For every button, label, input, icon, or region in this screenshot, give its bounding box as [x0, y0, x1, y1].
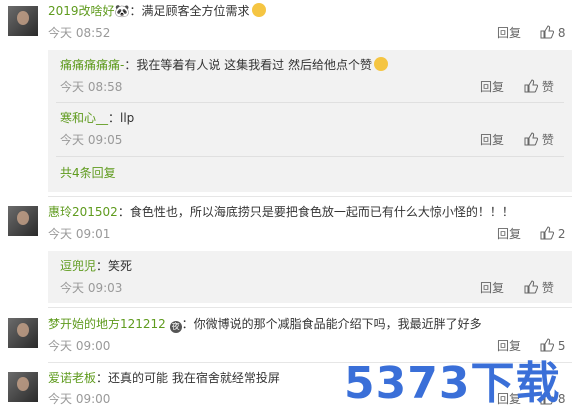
like-button[interactable]: 2 — [540, 226, 565, 242]
face-emoji-icon — [373, 57, 388, 71]
member-badge-icon: 夜 — [169, 321, 182, 333]
reply-button[interactable]: 回复 — [497, 338, 521, 354]
comment-username[interactable]: 爱诺老板 — [48, 371, 96, 385]
reply-time: 今天 09:03 — [60, 281, 123, 295]
reply-button[interactable]: 回复 — [480, 280, 504, 296]
like-button[interactable]: 赞 — [524, 280, 554, 296]
comment-text: ：还真的可能 我在宿舍就经常投屏 — [96, 371, 280, 385]
site-watermark: 5373下载 — [344, 358, 561, 409]
comment-username[interactable]: 2019改啥好 — [48, 4, 115, 18]
thumbs-up-icon — [540, 25, 554, 39]
comment-text: ：满足顾客全方位需求 — [129, 4, 250, 18]
avatar[interactable] — [8, 318, 38, 348]
like-button[interactable]: 8 — [540, 25, 565, 41]
comment-line: 爱诺老板：还真的可能 我在宿舍就经常投屏 — [48, 370, 280, 386]
comment-text: ：食色性也，所以海底捞只是要把食色放一起而已有什么大惊小怪的！！！ — [117, 205, 514, 219]
thumbs-up-icon — [524, 132, 538, 146]
comment-username[interactable]: 梦开始的地方121212 — [48, 317, 166, 331]
like-button[interactable]: 赞 — [524, 79, 554, 95]
comment-line: 2019改啥好🐼：满足顾客全方位需求 — [48, 3, 266, 19]
divider — [48, 196, 572, 197]
comment-time: 今天 09:01 — [48, 227, 111, 241]
like-button[interactable]: 5 — [540, 338, 565, 354]
thumbs-up-icon — [540, 226, 554, 240]
like-button[interactable]: 赞 — [524, 132, 554, 148]
reply-time: 今天 08:58 — [60, 80, 123, 94]
like-label: 赞 — [541, 281, 554, 295]
divider — [56, 156, 564, 157]
like-label: 赞 — [541, 80, 554, 94]
reply-box: 逗兜児：笑死 今天 09:03 回复 赞 — [48, 251, 572, 303]
comment-text: ：你微博说的那个减脂食品能介绍下吗，我最近胖了好多 — [181, 317, 482, 331]
comment-time: 今天 09:00 — [48, 339, 111, 353]
reply-button[interactable]: 回复 — [497, 25, 521, 41]
like-count: 8 — [557, 26, 566, 40]
reply-text: ：笑死 — [96, 259, 133, 273]
reply-button[interactable]: 回复 — [480, 79, 504, 95]
thumbs-up-icon — [540, 338, 554, 352]
comment-time: 今天 08:52 — [48, 26, 111, 40]
avatar[interactable] — [8, 206, 38, 236]
divider — [56, 102, 564, 103]
reply-line: 痛痛痛痛痛-：我在等着有人说 这集我看过 然后给他点个赞 — [60, 57, 388, 73]
like-count: 5 — [557, 339, 566, 353]
face-emoji-icon — [251, 3, 266, 17]
panda-emoji-icon: 🐼 — [114, 4, 130, 18]
reply-time: 今天 09:05 — [60, 133, 123, 147]
reply-username[interactable]: 逗兜児 — [60, 259, 96, 273]
reply-button[interactable]: 回复 — [480, 132, 504, 148]
comment-line: 梦开始的地方121212 夜：你微博说的那个减脂食品能介绍下吗，我最近胖了好多 — [48, 316, 482, 333]
reply-line: 逗兜児：笑死 — [60, 258, 132, 274]
thumbs-up-icon — [524, 79, 538, 93]
comment-time: 今天 09:00 — [48, 392, 111, 406]
more-replies-link[interactable]: 共4条回复 — [60, 165, 116, 181]
reply-line: 寒和心__：llp — [60, 110, 134, 126]
reply-username[interactable]: 痛痛痛痛痛- — [60, 58, 124, 72]
avatar[interactable] — [8, 372, 38, 402]
thumbs-up-icon — [524, 280, 538, 294]
reply-text: ：llp — [108, 111, 135, 125]
like-label: 赞 — [541, 133, 554, 147]
avatar[interactable] — [8, 6, 38, 36]
like-count: 2 — [557, 227, 566, 241]
divider — [48, 307, 572, 308]
comment-username[interactable]: 惠玲201502 — [48, 205, 118, 219]
reply-box: 痛痛痛痛痛-：我在等着有人说 这集我看过 然后给他点个赞 今天 08:58 回复… — [48, 50, 572, 192]
comment-line: 惠玲201502：食色性也，所以海底捞只是要把食色放一起而已有什么大惊小怪的！！… — [48, 204, 514, 220]
reply-username[interactable]: 寒和心__ — [60, 111, 108, 125]
reply-text: ：我在等着有人说 这集我看过 然后给他点个赞 — [124, 58, 372, 72]
reply-button[interactable]: 回复 — [497, 226, 521, 242]
